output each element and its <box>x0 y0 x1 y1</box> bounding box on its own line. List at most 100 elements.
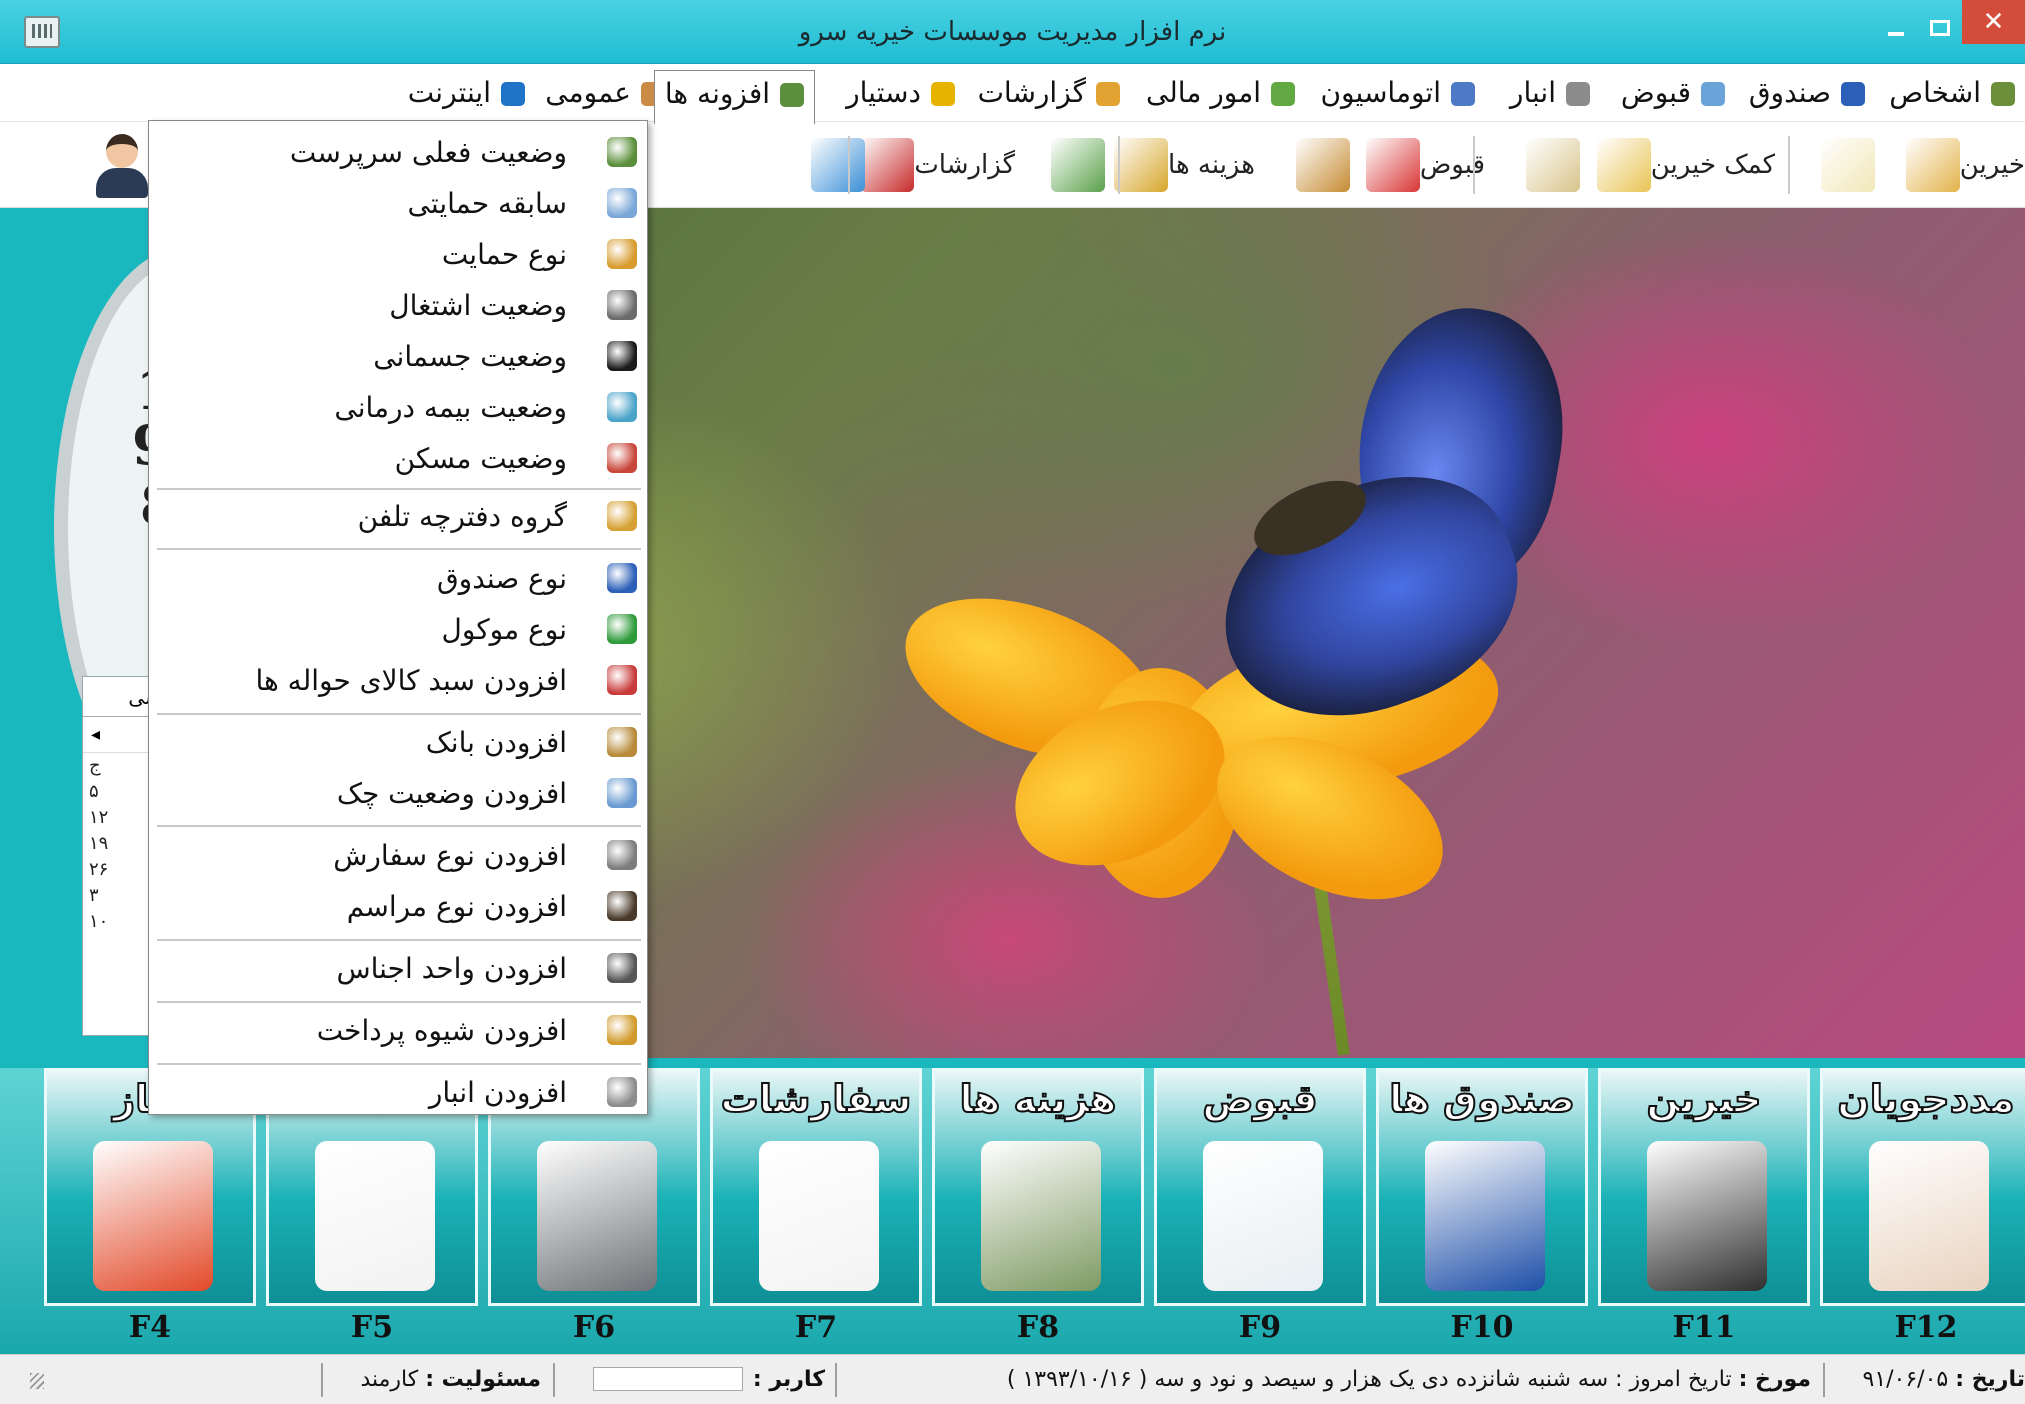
dropdown-item-label: نوع موکول <box>441 612 567 646</box>
menu-item-2[interactable]: قبوض <box>1611 70 1735 116</box>
avatar-body <box>96 168 148 198</box>
status-user: کاربر : <box>753 1355 825 1404</box>
dropdown-item-8[interactable]: نوع صندوق <box>149 553 647 603</box>
toolbar-separator <box>1473 136 1475 194</box>
charity-box-icon <box>1841 82 1865 106</box>
dropdown-item-2[interactable]: نوع حمایت <box>149 229 647 279</box>
dropdown-item-label: وضعیت اشتغال <box>389 288 567 322</box>
shortcut-tile-4[interactable]: هزینه ها <box>932 1068 1144 1306</box>
dropdown-item-label: افزودن واحد اجناس <box>336 951 567 985</box>
dropdown-item-15[interactable]: افزودن واحد اجناس <box>149 943 647 993</box>
dropdown-item-17[interactable]: افزودن انبار <box>149 1067 647 1117</box>
toolbar-button-6[interactable]: هزینه ها <box>1106 130 1255 200</box>
dropdown-item-label: وضعیت فعلی سرپرست <box>289 135 567 169</box>
dropdown-item-11[interactable]: افزودن بانک <box>149 717 647 767</box>
dropdown-item-16[interactable]: افزودن شیوه پرداخت <box>149 1005 647 1055</box>
menu-separator <box>157 1001 641 1003</box>
status-historian-label: مورخ : <box>1738 1367 1811 1392</box>
dropdown-item-6[interactable]: وضعیت مسکن <box>149 433 647 483</box>
shortcut-tile-5[interactable]: سفارشات <box>710 1068 922 1306</box>
toolbar-button-9[interactable] <box>803 130 865 200</box>
menu-separator <box>157 713 641 715</box>
tile-title: خیرین <box>1645 1076 1762 1122</box>
money-bag-icon <box>1114 138 1169 192</box>
menu-separator <box>157 825 641 827</box>
menu-item-label: قبوض <box>1620 76 1691 109</box>
status-date: تاریخ : ۹۱/۰۶/۰۵ <box>1863 1355 2025 1404</box>
dropdown-item-1[interactable]: سابقه حمایتی <box>149 178 647 228</box>
dropdown-item-13[interactable]: افزودن نوع سفارش <box>149 830 647 880</box>
dropdown-item-4[interactable]: وضعیت جسمانی <box>149 331 647 381</box>
toolbar-button-8[interactable]: گزارشات <box>852 130 1015 200</box>
shopping-bag-icon <box>607 665 637 695</box>
menu-item-7[interactable]: دستیار <box>836 70 965 116</box>
maximize-button[interactable] <box>1918 10 1962 50</box>
dropdown-item-14[interactable]: افزودن نوع مراسم <box>149 881 647 931</box>
user-avatar-icon[interactable] <box>92 130 152 200</box>
dropdown-item-3[interactable]: وضعیت اشتغال <box>149 280 647 330</box>
automation-icon <box>1451 82 1475 106</box>
toolbar-button-label: قبوض <box>1419 150 1485 180</box>
dropdown-item-label: افزودن بانک <box>425 725 567 759</box>
reports-icon <box>1096 82 1120 106</box>
app-window: نرم افزار مدیریت موسسات خیریه سرو ✕ اشخا… <box>0 0 2025 1404</box>
persons-icon <box>1991 82 2015 106</box>
menu-item-5[interactable]: امور مالی <box>1136 70 1305 116</box>
minimize-button[interactable] <box>1874 10 1918 50</box>
toolbar-button-4[interactable]: قبوض <box>1358 130 1485 200</box>
avatar-head <box>106 134 138 168</box>
dropdown-item-7[interactable]: گروه دفترچه تلفن <box>149 491 647 541</box>
dropdown-item-label: افزودن وضعیت چک <box>336 776 567 810</box>
menu-item-0[interactable]: اشخاص <box>1879 70 2025 116</box>
tile-shortcut-key: F7 <box>794 1310 838 1345</box>
menu-item-4[interactable]: اتوماسیون <box>1310 70 1485 116</box>
toolbar-button-7[interactable] <box>1043 130 1105 200</box>
tile-shortcut-key: F11 <box>1672 1310 1736 1345</box>
toolbar-button-2[interactable]: کمک خیرین <box>1589 130 1775 200</box>
tile-shortcut-key: F6 <box>572 1310 616 1345</box>
toolbar-button-3[interactable] <box>1518 130 1580 200</box>
calendar-grid-icon <box>607 188 637 218</box>
toolbar-button-label: خیرین <box>1959 150 2025 180</box>
menu-item-6[interactable]: گزارشات <box>968 70 1130 116</box>
menu-item-1[interactable]: صندوق <box>1739 70 1875 116</box>
dropdown-item-0[interactable]: وضعیت فعلی سرپرست <box>149 127 647 177</box>
toolbar-button-1[interactable] <box>1813 130 1875 200</box>
menu-separator <box>157 548 641 550</box>
guardian-icon <box>607 137 637 167</box>
tile-title: مددجویان <box>1836 1076 2015 1122</box>
checklist-icon <box>759 1141 879 1291</box>
shortcut-tile-2[interactable]: صندوق ها <box>1376 1068 1588 1306</box>
menu-item-label: صندوق <box>1748 76 1831 109</box>
status-divider <box>553 1363 555 1397</box>
dropdown-item-label: نوع صندوق <box>436 561 567 595</box>
hand-coin-icon <box>607 239 637 269</box>
resize-grip-icon[interactable] <box>30 1373 44 1389</box>
menu-item-3[interactable]: انبار <box>1500 70 1600 116</box>
scroll-receipt-icon <box>1203 1141 1323 1291</box>
shortcut-tile-3[interactable]: قبوض <box>1154 1068 1366 1306</box>
menu-item-label: افزونه ها <box>664 77 770 110</box>
dropdown-item-5[interactable]: وضعیت بیمه درمانی <box>149 382 647 432</box>
dropdown-item-label: افزودن انبار <box>428 1075 567 1109</box>
order-form-icon <box>607 840 637 870</box>
menu-item-10[interactable]: اینترنت <box>398 70 535 116</box>
shortcut-tile-1[interactable]: خیرین <box>1598 1068 1810 1306</box>
dropdown-item-10[interactable]: افزودن سبد کالای حواله ها <box>149 655 647 705</box>
close-button[interactable]: ✕ <box>1962 0 2025 44</box>
toolbar-button-0[interactable]: خیرین <box>1898 130 2025 200</box>
stamp-icon <box>1296 138 1350 192</box>
tile-shortcut-key: F10 <box>1450 1310 1514 1345</box>
report-book-icon <box>860 138 915 192</box>
shortcut-tile-0[interactable]: مددجویان <box>1820 1068 2025 1306</box>
tile-shortcut-key: F5 <box>350 1310 394 1345</box>
toolbar-separator <box>848 136 850 194</box>
menu-item-label: امور مالی <box>1145 76 1261 109</box>
menu-item-label: اشخاص <box>1889 76 1981 109</box>
chart-builder-icon <box>93 1141 213 1291</box>
status-progress <box>593 1367 743 1391</box>
dropdown-item-12[interactable]: افزودن وضعیت چک <box>149 768 647 818</box>
menu-item-8[interactable]: افزونه ها <box>653 70 815 124</box>
dropdown-item-9[interactable]: نوع موکول <box>149 604 647 654</box>
toolbar-button-5[interactable] <box>1288 130 1350 200</box>
